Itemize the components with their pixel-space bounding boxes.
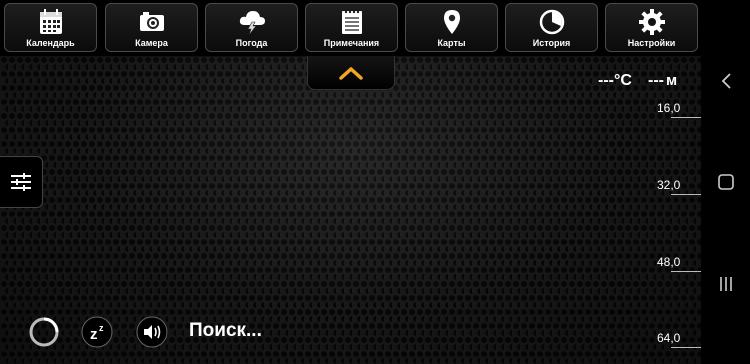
- depth-tick-line: [671, 194, 701, 195]
- notes-icon: [306, 9, 397, 35]
- home-button[interactable]: [701, 162, 750, 202]
- recent-apps-button[interactable]: [701, 264, 750, 304]
- calendar-icon: [5, 9, 96, 35]
- tab-history[interactable]: История: [505, 3, 598, 52]
- expand-panel-button[interactable]: [307, 56, 395, 90]
- sleep-icon: z z: [81, 316, 113, 348]
- spinner-icon: [29, 317, 59, 347]
- back-button[interactable]: [701, 61, 750, 101]
- settings-gear-icon: [606, 9, 697, 35]
- tab-label: Карты: [437, 38, 466, 48]
- depth-tick-line: [671, 117, 701, 118]
- sleep-button[interactable]: z z: [81, 316, 113, 348]
- tab-notes[interactable]: Примечания: [305, 3, 398, 52]
- svg-text:z: z: [99, 323, 104, 333]
- top-tab-bar: Календарь Камера Погода Примечания Карты…: [0, 0, 701, 57]
- loading-spinner: [28, 316, 60, 348]
- depth-tick-label: 16,0: [657, 101, 681, 115]
- weather-icon: [206, 9, 297, 35]
- tab-label: История: [532, 38, 571, 48]
- svg-text:z: z: [90, 326, 98, 343]
- history-icon: [506, 9, 597, 35]
- chevron-up-icon: [339, 66, 363, 80]
- distance-unit: м: [665, 72, 678, 89]
- depth-tick-line: [671, 347, 701, 348]
- tab-maps[interactable]: Карты: [405, 3, 498, 52]
- back-chevron-icon: [721, 73, 731, 89]
- distance-value: ---: [648, 72, 664, 89]
- tab-label: Камера: [135, 38, 168, 48]
- depth-tick-line: [671, 271, 701, 272]
- system-navigation-bar: [701, 0, 750, 364]
- tab-camera[interactable]: Камера: [105, 3, 198, 52]
- depth-tick-label: 32,0: [657, 178, 681, 192]
- sliders-icon: [11, 173, 31, 191]
- distance-readout: --- м: [648, 72, 677, 90]
- tab-label: Примечания: [323, 38, 380, 48]
- tab-weather[interactable]: Погода: [205, 3, 298, 52]
- sonar-screen: Календарь Камера Погода Примечания Карты…: [0, 0, 701, 364]
- depth-tick-label: 48,0: [657, 255, 681, 269]
- recent-apps-icon: [719, 277, 732, 291]
- home-square-icon: [717, 174, 734, 190]
- adjust-settings-button[interactable]: [0, 156, 43, 208]
- temperature-readout: ---°C: [598, 72, 632, 89]
- tab-settings[interactable]: Настройки: [605, 3, 698, 52]
- tab-label: Погода: [235, 38, 268, 48]
- speaker-icon: [136, 316, 168, 348]
- depth-tick-label: 64,0: [657, 331, 681, 345]
- tab-label: Календарь: [26, 38, 75, 48]
- tab-calendar[interactable]: Календарь: [4, 3, 97, 52]
- camera-icon: [106, 9, 197, 35]
- search-status-text: Поиск...: [189, 320, 262, 341]
- map-pin-icon: [406, 9, 497, 35]
- sound-button[interactable]: [136, 316, 168, 348]
- tab-label: Настройки: [627, 38, 676, 48]
